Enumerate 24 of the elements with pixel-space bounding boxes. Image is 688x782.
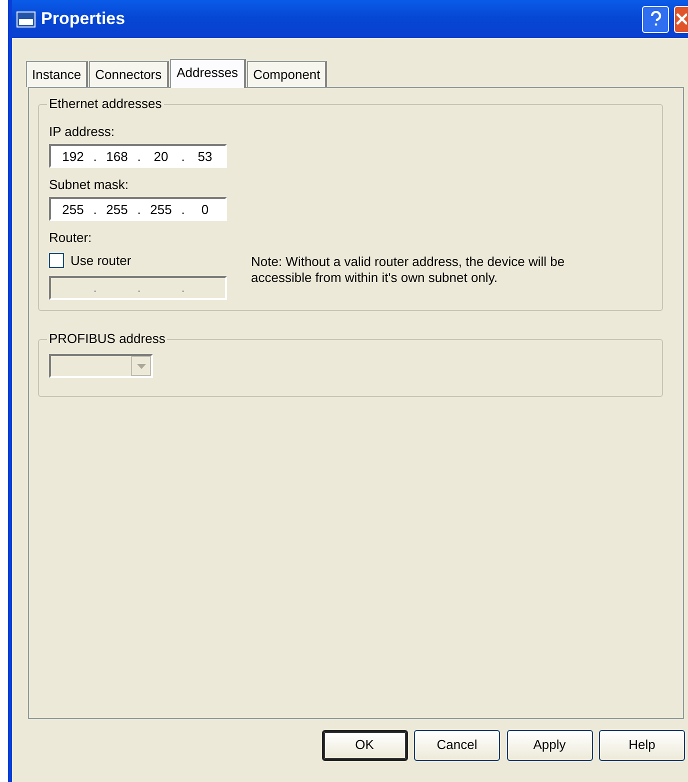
checkbox-label[interactable]: Use router bbox=[70, 250, 132, 270]
dialog-button[interactable]: Cancel bbox=[414, 730, 500, 760]
dialog-button[interactable]: Apply bbox=[506, 730, 592, 760]
group-title: Ethernet addresses bbox=[47, 96, 164, 112]
dialog-button[interactable]: Help bbox=[599, 730, 685, 760]
dialog-button[interactable]: OK bbox=[322, 730, 408, 760]
tab[interactable]: Instance bbox=[26, 61, 88, 86]
note-text: Note: Without a valid router address, the device will be accessible from within it's own subnet only. bbox=[251, 254, 566, 287]
close-button[interactable] bbox=[674, 6, 688, 32]
ip-address-field[interactable]: 192 . 168 . 20 . 53 bbox=[49, 144, 227, 168]
close-icon bbox=[675, 11, 687, 27]
ip-address-field[interactable]: 255 . 255 . 255 . 0 bbox=[49, 197, 227, 222]
tab[interactable]: Component bbox=[247, 61, 328, 86]
app-icon bbox=[16, 9, 36, 29]
checkbox[interactable] bbox=[49, 252, 64, 268]
question-icon bbox=[650, 11, 662, 27]
field-label: Subnet mask: bbox=[49, 176, 130, 194]
help-button[interactable] bbox=[642, 6, 669, 32]
tab[interactable]: Connectors bbox=[89, 61, 169, 86]
dropdown-arrow-icon bbox=[136, 364, 146, 368]
window-title: Properties bbox=[41, 8, 126, 30]
field-label: IP address: bbox=[49, 122, 116, 141]
field-label: Router: bbox=[49, 228, 93, 247]
tab[interactable]: Addresses bbox=[170, 59, 246, 88]
